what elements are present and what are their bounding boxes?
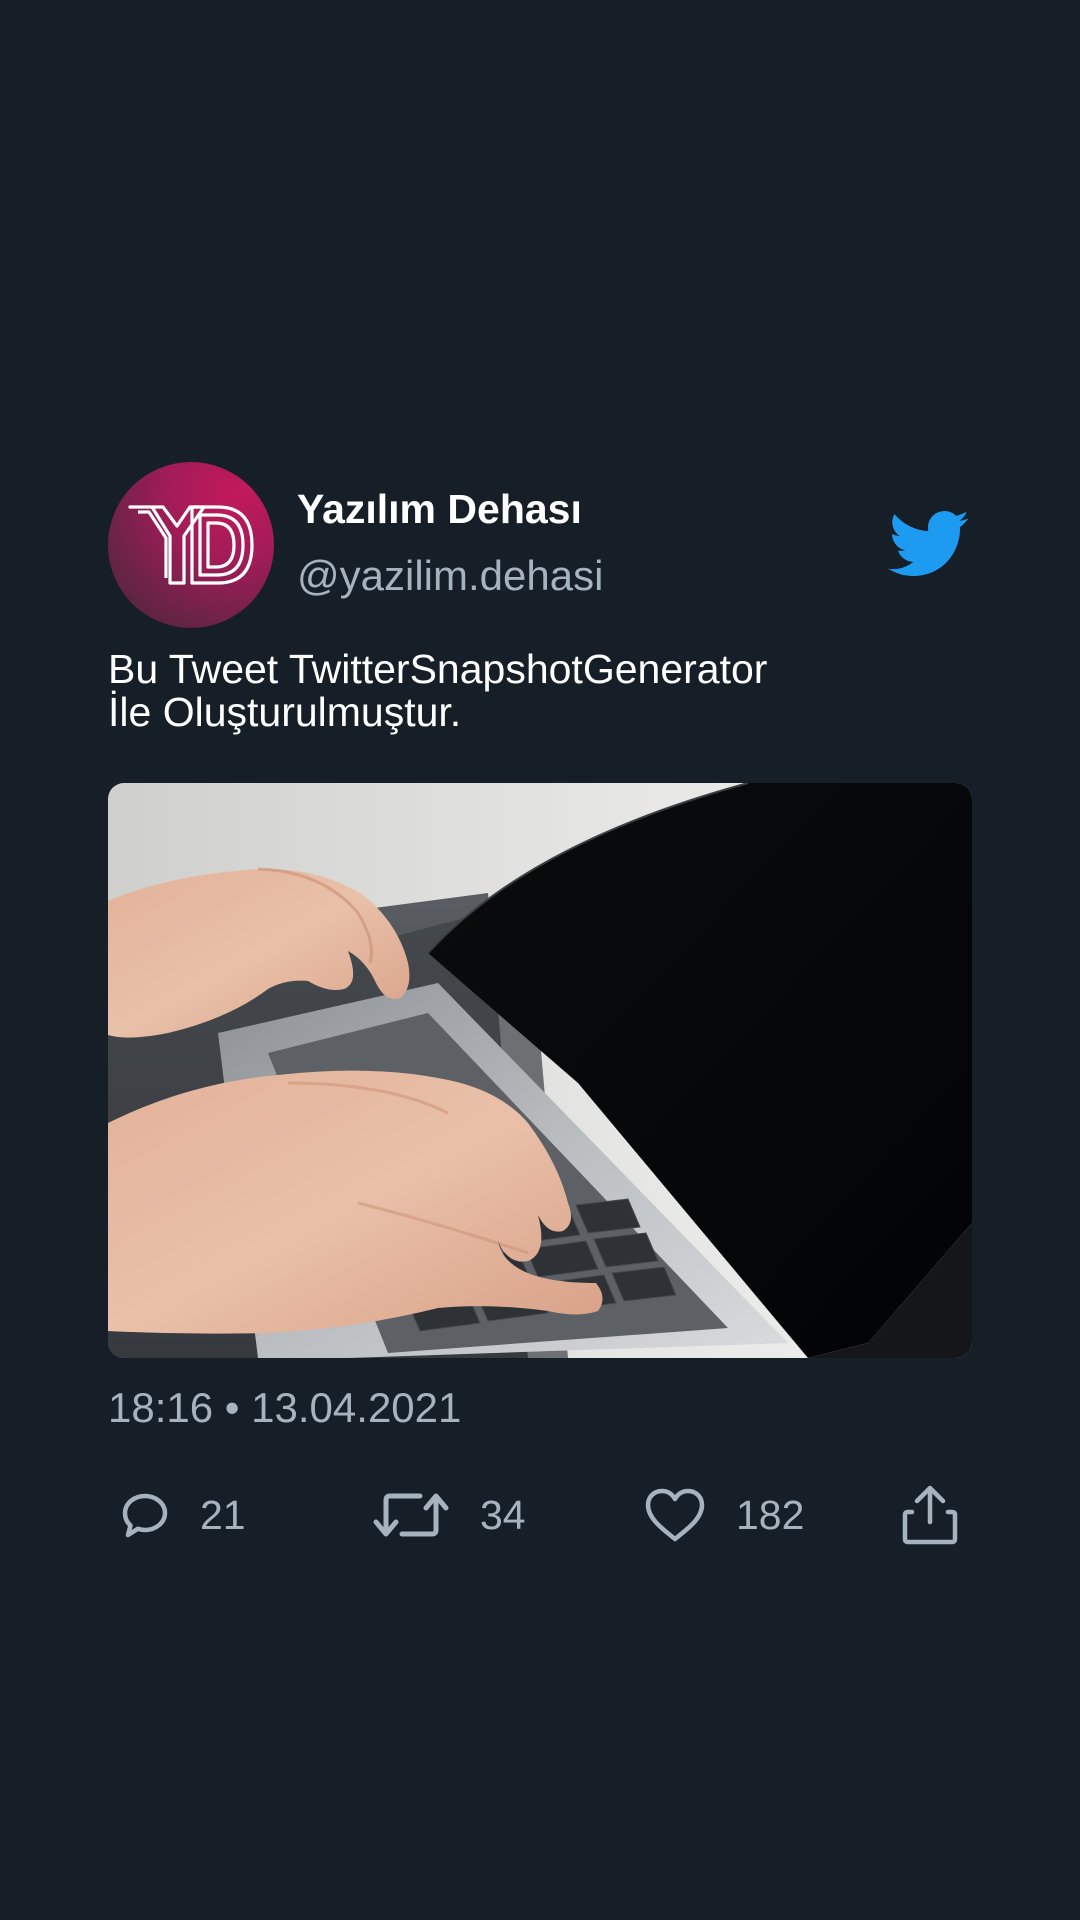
reply-icon: [122, 1493, 168, 1538]
share-icon: [902, 1485, 958, 1545]
display-name[interactable]: Yazılım Dehası: [297, 486, 582, 533]
action-bar: 21 34 182: [108, 1478, 972, 1552]
like-count: 182: [736, 1491, 805, 1538]
reply-count: 21: [200, 1491, 246, 1538]
tweet-media-photo[interactable]: [108, 783, 972, 1358]
retweet-icon: [373, 1493, 449, 1537]
tweet-timestamp[interactable]: 18:16 • 13.04.2021: [108, 1384, 461, 1432]
retweet-count: 34: [480, 1491, 526, 1538]
tweet-text-line: İle Oluşturulmuştur.: [108, 689, 462, 735]
tweet-card: Yazılım Dehası @yazilim.dehasi Bu Tweet …: [108, 462, 972, 1552]
like-button[interactable]: 182: [644, 1478, 804, 1552]
heart-icon: [645, 1488, 705, 1542]
user-handle[interactable]: @yazilim.dehasi: [297, 552, 603, 600]
tweet-text-line: Bu Tweet TwitterSnapshotGenerator: [108, 646, 768, 692]
avatar[interactable]: [108, 462, 274, 628]
tweet-date: 13.04.2021: [251, 1384, 462, 1431]
reply-button[interactable]: 21: [120, 1478, 246, 1552]
retweet-button[interactable]: 34: [372, 1478, 526, 1552]
tweet-text: Bu Tweet TwitterSnapshotGenerator İle Ol…: [108, 648, 972, 734]
timestamp-separator: •: [224, 1384, 240, 1431]
yd-logo-icon: [128, 505, 254, 585]
twitter-bird-icon: [888, 510, 970, 580]
laptop-typing-photo: [108, 783, 972, 1358]
share-button[interactable]: [900, 1478, 960, 1552]
tweet-time: 18:16: [108, 1384, 214, 1431]
